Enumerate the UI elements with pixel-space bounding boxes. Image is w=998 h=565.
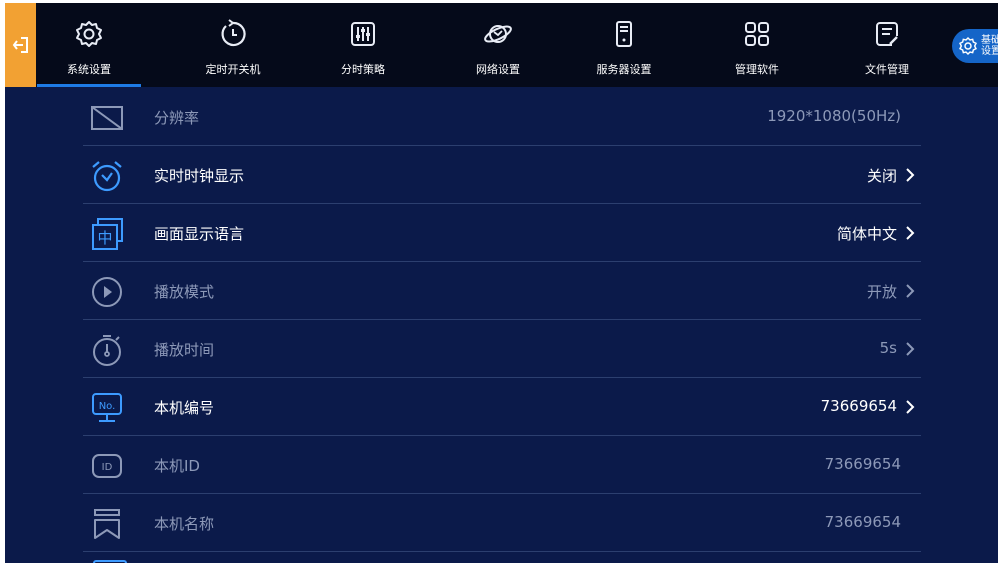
setting-label: 播放时间 xyxy=(154,341,215,359)
planet-network-icon xyxy=(484,25,512,43)
setting-value: 1920*1080(50Hz) xyxy=(767,107,901,125)
basic-settings-line2: 设置 xyxy=(981,46,998,57)
setting-value: 73669654 xyxy=(824,455,901,473)
timer-power-icon xyxy=(221,19,246,47)
chevron-right-icon xyxy=(906,342,915,356)
setting-value: 简体中文 xyxy=(836,225,897,243)
tab-label: 分时策略 xyxy=(341,63,385,76)
setting-value: 73669654 xyxy=(824,513,901,531)
language-icon: 中 xyxy=(92,218,123,250)
tab-time-strategy[interactable]: 分时策略 xyxy=(311,3,415,87)
top-navigation-bar: 系统设置 定时开关机 分时策略 网络设置 服务器设置 管理软件 文件管理 基础 … xyxy=(5,3,998,87)
chevron-right-icon xyxy=(906,168,915,182)
bookmark-name-icon xyxy=(94,509,120,539)
setting-label: 播放模式 xyxy=(154,283,215,301)
tab-network-settings[interactable]: 网络设置 xyxy=(446,3,550,87)
basic-settings-button[interactable]: 基础 设置 xyxy=(952,29,998,63)
setting-label: 分辨率 xyxy=(154,109,200,127)
alarm-clock-icon xyxy=(92,161,122,192)
setting-label: 本机名称 xyxy=(154,515,215,533)
gear-icon xyxy=(959,36,977,56)
setting-row-play-time[interactable]: 播放时间 5s xyxy=(83,321,921,378)
setting-value: 关闭 xyxy=(866,167,897,185)
setting-row-display-language[interactable]: 中 画面显示语言 简体中文 xyxy=(83,205,921,262)
chevron-right-icon xyxy=(906,226,915,240)
language-glyph: 中 xyxy=(97,229,112,247)
stopwatch-icon xyxy=(93,335,121,366)
tab-label: 服务器设置 xyxy=(596,63,652,76)
setting-label: 本机编号 xyxy=(154,399,215,417)
sliders-icon xyxy=(351,22,375,46)
tab-system-settings[interactable]: 系统设置 xyxy=(37,3,141,87)
tab-label: 管理软件 xyxy=(735,63,779,76)
setting-label: 实时时钟显示 xyxy=(154,167,245,185)
monitor-icon xyxy=(91,106,123,130)
setting-label: 画面显示语言 xyxy=(154,225,245,243)
device-number-icon: No. xyxy=(92,393,122,422)
server-icon xyxy=(616,21,632,47)
tab-label: 系统设置 xyxy=(67,63,111,76)
chevron-right-icon xyxy=(906,400,915,414)
setting-value: 5s xyxy=(879,339,897,357)
tab-label: 文件管理 xyxy=(865,63,909,76)
exit-arrow-icon xyxy=(12,37,28,53)
tab-manage-software[interactable]: 管理软件 xyxy=(705,3,809,87)
number-glyph: No. xyxy=(99,401,116,412)
setting-row-device-id: ID 本机ID 73669654 xyxy=(83,437,921,494)
file-edit-icon xyxy=(876,22,898,46)
gear-icon xyxy=(76,21,102,47)
active-tab-indicator xyxy=(37,84,141,87)
tab-server-settings[interactable]: 服务器设置 xyxy=(572,3,676,87)
setting-label: 本机ID xyxy=(154,457,200,475)
chevron-right-icon xyxy=(906,284,915,298)
basic-settings-label: 基础 设置 xyxy=(981,35,998,57)
setting-value: 开放 xyxy=(866,283,897,301)
id-glyph: ID xyxy=(102,462,113,473)
setting-row-realtime-clock[interactable]: 实时时钟显示 关闭 xyxy=(83,147,921,204)
basic-settings-line1: 基础 xyxy=(981,35,998,46)
tab-file-management[interactable]: 文件管理 xyxy=(835,3,939,87)
id-badge-icon: ID xyxy=(92,454,122,478)
tab-label: 定时开关机 xyxy=(205,63,261,76)
setting-row-resolution: 分辨率 1920*1080(50Hz) xyxy=(83,89,921,146)
back-button[interactable] xyxy=(5,3,36,87)
play-circle-icon xyxy=(92,277,122,307)
setting-row-device-name: 本机名称 73669654 xyxy=(83,495,921,552)
setting-row-device-number[interactable]: No. 本机编号 73669654 xyxy=(83,379,921,436)
tab-timed-power[interactable]: 定时开关机 xyxy=(181,3,285,87)
tab-label: 网络设置 xyxy=(476,63,520,76)
settings-screen: 系统设置 定时开关机 分时策略 网络设置 服务器设置 管理软件 文件管理 基础 … xyxy=(5,3,998,563)
setting-value: 73669654 xyxy=(820,397,897,415)
apps-grid-icon xyxy=(745,22,769,46)
partial-row-icon xyxy=(93,560,127,563)
setting-row-play-mode[interactable]: 播放模式 开放 xyxy=(83,263,921,320)
